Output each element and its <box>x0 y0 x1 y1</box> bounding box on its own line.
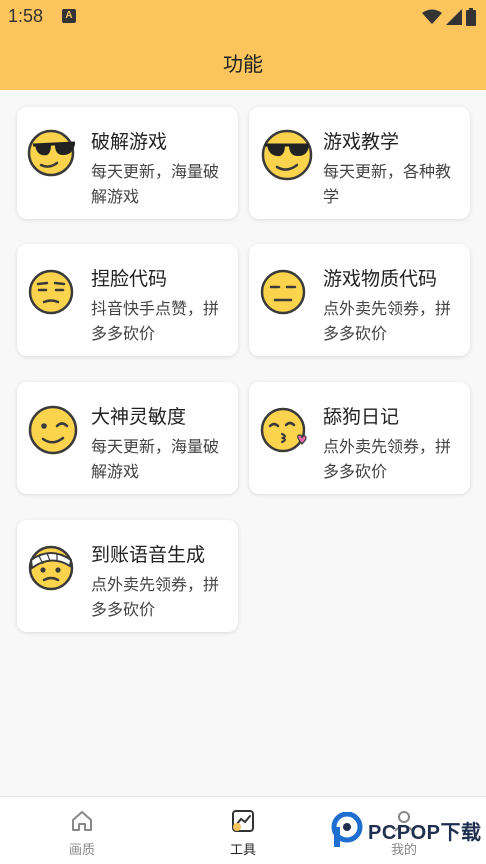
watermark: PCPOP下载 <box>330 812 482 848</box>
sunglasses-face-icon <box>27 129 76 177</box>
status-icons <box>422 8 476 26</box>
watermark-text: PCPOP下载 <box>368 821 482 844</box>
card-desc: 每天更新，各种教学 <box>323 162 452 206</box>
notification-icon: A <box>62 9 76 23</box>
card-desc: 点外卖先领券，拼多多砍价 <box>323 437 452 481</box>
battery-icon <box>466 8 476 26</box>
feature-card-game-tutorial[interactable]: 游戏教学 每天更新，各种教学 <box>249 107 470 219</box>
feature-grid: 破解游戏 每天更新，海量破解游戏 游戏教学 每天更新，各种教学 捏脸代码 抖音快… <box>0 90 486 796</box>
nav-label: 工具 <box>229 843 256 858</box>
nav-label: 画质 <box>68 843 95 858</box>
card-desc: 每天更新，海量破解游戏 <box>91 162 220 206</box>
feature-card-simp-diary[interactable]: 舔狗日记 点外卖先领券，拼多多砍价 <box>249 382 470 494</box>
card-title: 游戏物质代码 <box>323 268 438 290</box>
card-desc: 抖音快手点赞，拼多多砍价 <box>91 299 220 343</box>
feature-card-game-material-code[interactable]: 游戏物质代码 点外卖先领券，拼多多砍价 <box>249 244 470 356</box>
wifi-icon <box>422 9 442 24</box>
bandaged-face-icon <box>28 545 74 591</box>
card-title: 破解游戏 <box>91 131 168 153</box>
page-title: 功能 <box>223 51 263 76</box>
card-title: 捏脸代码 <box>91 268 168 290</box>
card-title: 到账语音生成 <box>91 544 206 566</box>
status-time: 1:58 <box>8 6 44 26</box>
signal-icon <box>446 9 462 25</box>
nav-item-quality[interactable]: 画质 <box>42 807 122 858</box>
winking-face-icon <box>28 405 78 455</box>
app-bar: 功能 <box>0 34 486 90</box>
card-desc: 点外卖先领券，拼多多砍价 <box>91 575 220 619</box>
tools-icon <box>232 810 254 832</box>
card-title: 舔狗日记 <box>323 406 400 428</box>
status-bar: 1:58 A <box>0 0 486 34</box>
feature-card-payment-voice[interactable]: 到账语音生成 点外卖先领券，拼多多砍价 <box>17 520 238 632</box>
feature-card-crack-games[interactable]: 破解游戏 每天更新，海量破解游戏 <box>17 107 238 219</box>
nav-item-tools[interactable]: 工具 <box>203 807 283 858</box>
pcpop-logo-icon <box>331 812 363 847</box>
sunglasses-face-icon <box>261 129 313 181</box>
kissing-face-icon <box>260 407 307 453</box>
feature-card-pro-sensitivity[interactable]: 大神灵敏度 每天更新，海量破解游戏 <box>17 382 238 494</box>
card-title: 游戏教学 <box>323 131 400 153</box>
unamused-face-icon <box>28 269 74 315</box>
card-desc: 点外卖先领券，拼多多砍价 <box>323 299 452 343</box>
expressionless-face-icon <box>260 269 306 315</box>
card-title: 大神灵敏度 <box>91 406 187 428</box>
home-icon <box>72 811 92 831</box>
feature-card-face-code[interactable]: 捏脸代码 抖音快手点赞，拼多多砍价 <box>17 244 238 356</box>
card-desc: 每天更新，海量破解游戏 <box>91 437 220 481</box>
